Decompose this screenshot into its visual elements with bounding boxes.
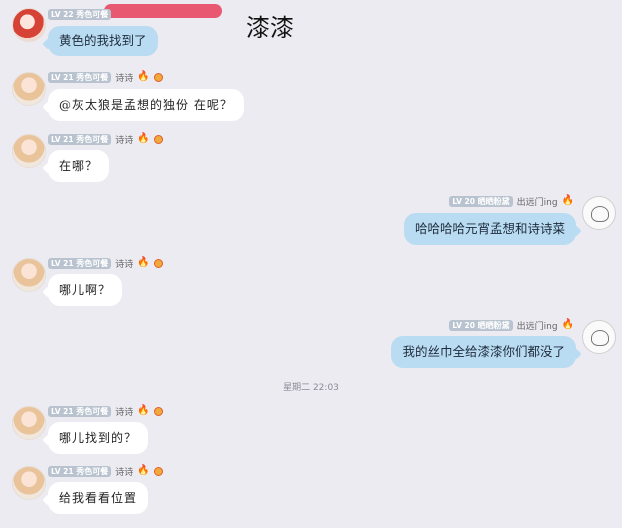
sender-meta: LV 21 秀色可餐 诗诗 🔥 (48, 257, 163, 270)
fire-icon: 🔥 (561, 319, 574, 330)
sender-name: 诗诗 (115, 259, 134, 270)
medal-icon (153, 466, 163, 476)
fire-icon: 🔥 (137, 465, 150, 476)
avatar[interactable] (12, 72, 46, 106)
medal-icon (153, 406, 163, 416)
message-bubble[interactable]: 哪儿找到的？ (48, 422, 149, 454)
sender-name: 诗诗 (115, 407, 134, 418)
level-badge: LV 20 晒晒粉黛 (449, 195, 513, 207)
message-row: LV 21 秀色可餐 诗诗 🔥 哪儿啊？ (0, 254, 622, 314)
level-badge: LV 21 秀色可餐 (48, 465, 112, 477)
message-row: LV 22 秀色可餐 黄色的我找到了 (0, 0, 622, 60)
fire-icon: 🔥 (137, 257, 150, 268)
sender-meta: LV 21 秀色可餐 诗诗 🔥 (48, 405, 163, 418)
sender-meta: LV 21 秀色可餐 诗诗 🔥 (48, 133, 163, 146)
level-badge: LV 21 秀色可餐 (48, 133, 112, 145)
sender-meta: LV 20 晒晒粉黛 出远门ing 🔥 (449, 319, 574, 332)
message-row: LV 20 晒晒粉黛 出远门ing 🔥 哈哈哈哈元宵孟想和诗诗菜 (0, 192, 622, 252)
level-badge: LV 21 秀色可餐 (48, 405, 112, 417)
message-bubble[interactable]: 哈哈哈哈元宵孟想和诗诗菜 (403, 213, 576, 245)
medal-icon (153, 258, 163, 268)
avatar[interactable] (12, 258, 46, 292)
level-badge: LV 22 秀色可餐 (48, 8, 112, 20)
message-bubble[interactable]: 给我看看位置 (48, 482, 149, 514)
avatar[interactable] (12, 8, 46, 42)
fire-icon: 🔥 (137, 71, 150, 82)
level-badge: LV 21 秀色可餐 (48, 257, 112, 269)
level-badge: LV 21 秀色可餐 (48, 71, 112, 83)
avatar[interactable] (12, 466, 46, 500)
avatar[interactable] (582, 320, 616, 354)
message-bubble[interactable]: @灰太狼是孟想的独份 在呢？ (48, 89, 244, 121)
sender-meta: LV 21 秀色可餐 诗诗 🔥 (48, 71, 163, 84)
sender-meta: LV 22 秀色可餐 (48, 8, 112, 20)
avatar[interactable] (12, 134, 46, 168)
sender-name: 出远门ing (516, 197, 558, 208)
sender-name: 诗诗 (115, 467, 134, 478)
fire-icon: 🔥 (137, 405, 150, 416)
sender-name: 诗诗 (115, 135, 134, 146)
fire-icon: 🔥 (137, 133, 150, 144)
medal-icon (153, 72, 163, 82)
sender-meta: LV 21 秀色可餐 诗诗 🔥 (48, 465, 163, 478)
avatar[interactable] (12, 406, 46, 440)
fire-icon: 🔥 (561, 195, 574, 206)
sender-name: 诗诗 (115, 73, 134, 84)
message-row: LV 21 秀色可餐 诗诗 🔥 @灰太狼是孟想的独份 在呢？ (0, 68, 622, 128)
message-bubble[interactable]: 我的丝巾全给漆漆你们都没了 (391, 336, 576, 368)
timestamp-divider: 星期二 22:03 (283, 383, 339, 393)
sender-name: 出远门ing (516, 321, 558, 332)
message-bubble[interactable]: 在哪？ (48, 150, 110, 182)
message-row: LV 21 秀色可餐 诗诗 🔥 给我看看位置 (0, 462, 622, 522)
message-bubble[interactable]: 黄色的我找到了 (48, 26, 158, 56)
message-row: LV 21 秀色可餐 诗诗 🔥 哪儿找到的？ (0, 402, 622, 462)
message-row: LV 21 秀色可餐 诗诗 🔥 在哪？ (0, 130, 622, 190)
message-bubble[interactable]: 哪儿啊？ (48, 274, 123, 306)
avatar[interactable] (582, 196, 616, 230)
level-badge: LV 20 晒晒粉黛 (449, 319, 513, 331)
sender-meta: LV 20 晒晒粉黛 出远门ing 🔥 (449, 195, 574, 208)
medal-icon (153, 134, 163, 144)
message-row: LV 20 晒晒粉黛 出远门ing 🔥 我的丝巾全给漆漆你们都没了 (0, 316, 622, 376)
